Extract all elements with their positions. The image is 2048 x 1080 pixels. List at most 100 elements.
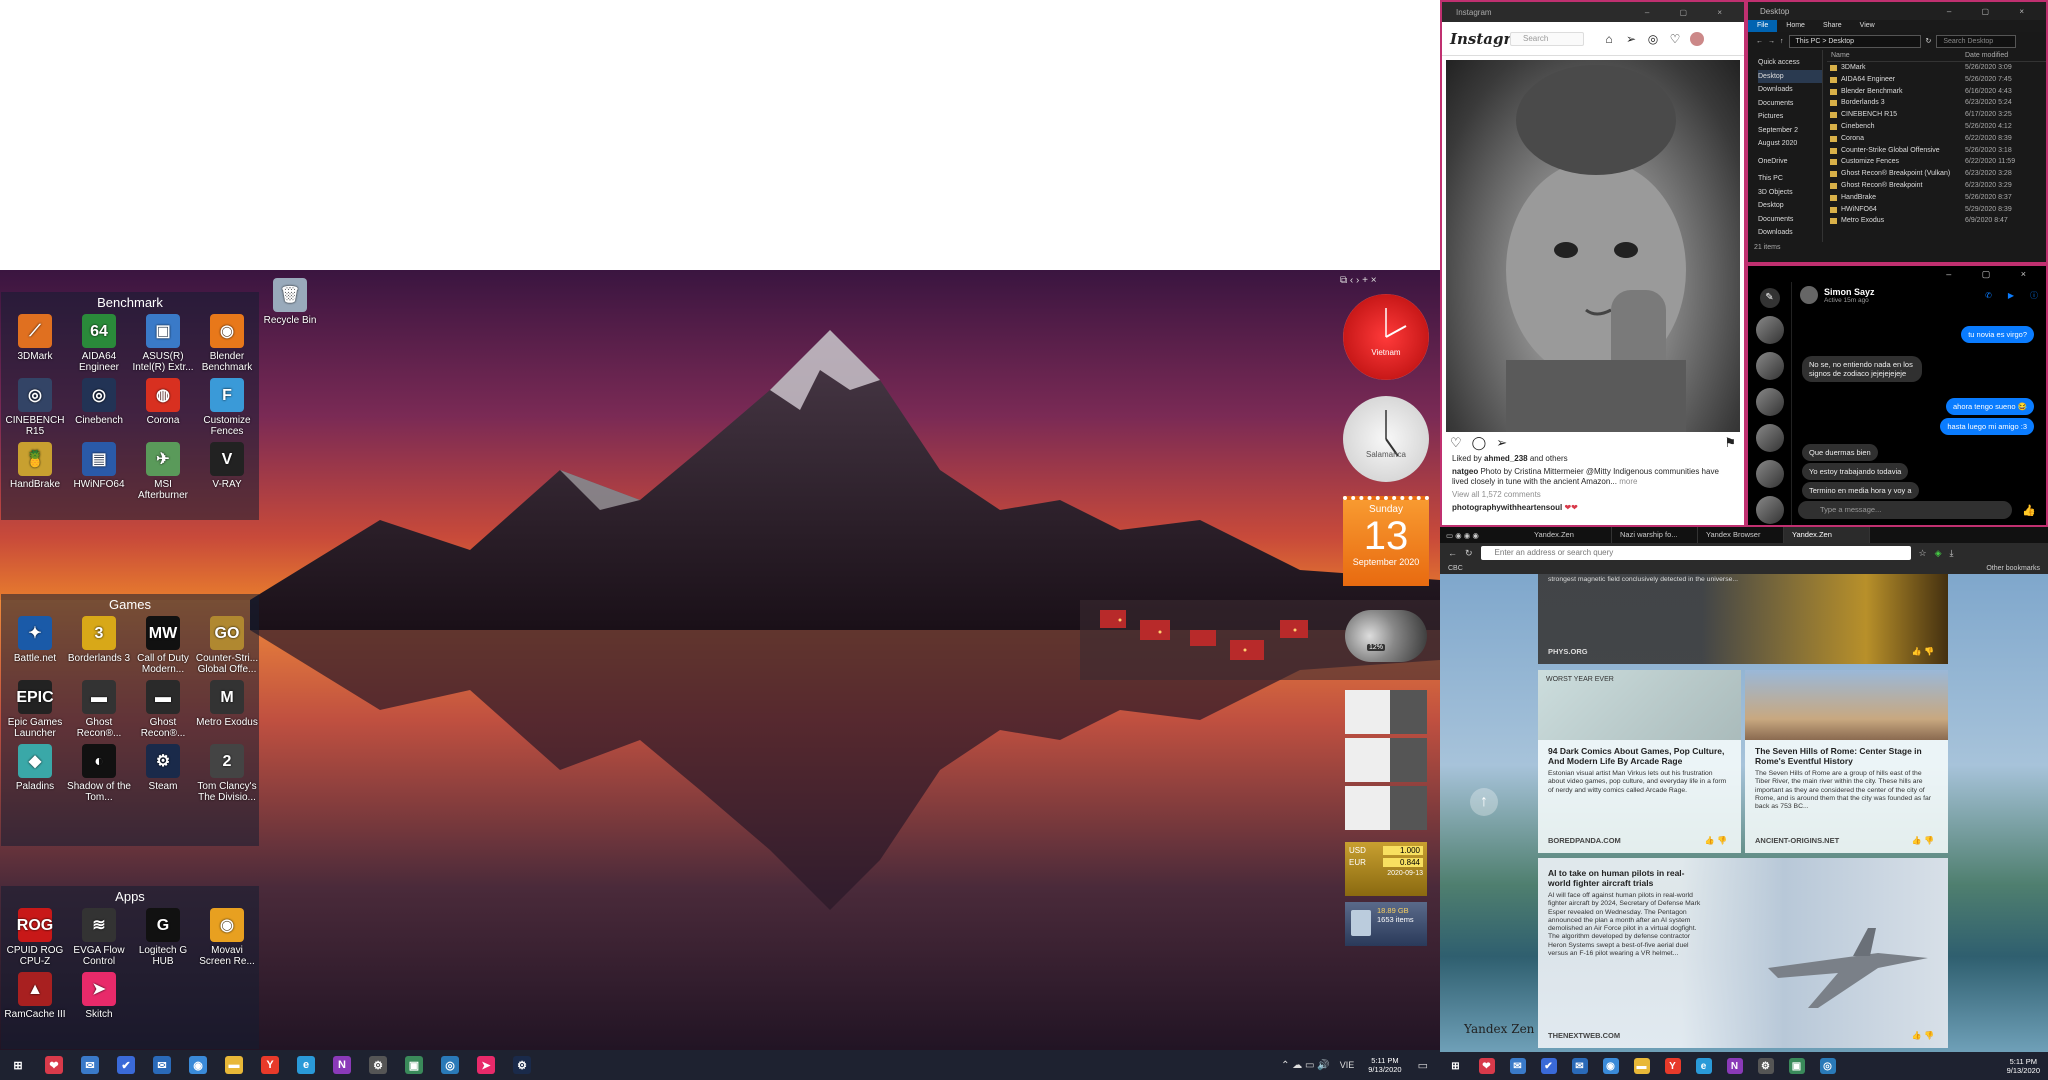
steam-taskbar-icon[interactable]: ⚙: [504, 1050, 540, 1080]
card-title[interactable]: 94 Dark Comics About Games, Pop Culture,…: [1538, 746, 1741, 766]
currency-gadget[interactable]: USD 1.000 EUR 0.844 2020-09-13: [1345, 842, 1427, 896]
desktop-shortcut[interactable]: ◍ Corona: [131, 378, 195, 442]
url-input[interactable]: Enter an address or search query: [1480, 546, 1911, 560]
desktop-shortcut[interactable]: ✦ Battle.net: [3, 616, 67, 680]
contact-avatar[interactable]: [1800, 286, 1818, 304]
address-bar[interactable]: This PC > Desktop: [1788, 34, 1921, 48]
conversation-avatar[interactable]: [1755, 352, 1784, 380]
desktop-shortcut[interactable]: ⚙ Steam: [131, 744, 195, 808]
browser-tab[interactable]: Yandex.Zen: [1526, 527, 1612, 543]
desktop-shortcut[interactable]: 2 Tom Clancy's The Divisio...: [195, 744, 259, 808]
desktop-shortcut[interactable]: 3 Borderlands 3: [67, 616, 131, 680]
explore-icon[interactable]: ◎: [1646, 32, 1660, 46]
explorer-search-input[interactable]: Search Desktop: [1936, 34, 2017, 48]
comment-user[interactable]: photographywithheartensoul: [1452, 503, 1562, 512]
desktop-shortcut[interactable]: ▣ ASUS(R) Intel(R) Extr...: [131, 314, 195, 378]
card-reactions[interactable]: 👍 👎: [1912, 836, 1934, 845]
taskbar-lang[interactable]: VIE: [1340, 1060, 1355, 1070]
desktop-shortcut[interactable]: ≋ EVGA Flow Control: [67, 908, 131, 972]
video-icon[interactable]: ▶: [2008, 291, 2014, 300]
desktop-shortcut[interactable]: ⟋ 3DMark: [3, 314, 67, 378]
clock-gadget-salamanca[interactable]: Salamanca: [1343, 396, 1429, 482]
window-controls[interactable]: – ▢ ×: [1946, 269, 2040, 280]
desktop-shortcut[interactable]: ✈ MSI Afterburner: [131, 442, 195, 506]
edge-icon[interactable]: e: [1688, 1051, 1719, 1080]
caption-more-link[interactable]: more: [1619, 477, 1637, 486]
onenote-icon[interactable]: N: [1719, 1051, 1750, 1080]
card-source[interactable]: BOREDPANDA.COM: [1548, 836, 1621, 845]
skitch-taskbar-icon[interactable]: ➤: [468, 1050, 504, 1080]
start-icon[interactable]: ⊞: [1440, 1051, 1471, 1080]
other-bookmarks[interactable]: Other bookmarks: [1986, 563, 2040, 574]
news-card[interactable]: WORST YEAR EVER 94 Dark Comics About Gam…: [1538, 670, 1741, 853]
yandex-icon[interactable]: Y: [252, 1050, 288, 1080]
conversation-avatar[interactable]: [1755, 460, 1784, 488]
slideshow-gadget[interactable]: [1345, 690, 1427, 832]
scroll-up-button[interactable]: ↑: [1470, 788, 1498, 816]
desktop-shortcut[interactable]: ➤ Skitch: [67, 972, 131, 1036]
browser-tab[interactable]: Yandex.Zen: [1784, 527, 1870, 543]
start-icon[interactable]: ⊞: [0, 1050, 36, 1080]
desktop-shortcut[interactable]: ROG CPUID ROG CPU-Z: [3, 908, 67, 972]
browser-tab[interactable]: Yandex Browser: [1698, 527, 1784, 543]
todo-icon[interactable]: ✔: [108, 1050, 144, 1080]
pocket-icon[interactable]: ❤: [1471, 1051, 1502, 1080]
like-send-icon[interactable]: 👍: [2022, 504, 2036, 517]
refresh-icon[interactable]: ↻: [1465, 548, 1473, 559]
zen-logo[interactable]: Yandex Zen: [1464, 1022, 1534, 1036]
taskbar-right-clock[interactable]: 5:11 PM 9/13/2020: [2007, 1057, 2040, 1075]
file-row[interactable]: Counter-Strike Global Offensive 5/26/2020…: [1827, 145, 2046, 157]
insta-post-image[interactable]: [1446, 60, 1740, 432]
todo-icon[interactable]: ✔: [1533, 1051, 1564, 1080]
file-row[interactable]: Ghost Recon® Breakpoint (Vulkan) 6/23/202…: [1827, 168, 2046, 180]
browser-tab[interactable]: Nazi warship fo...: [1612, 527, 1698, 543]
desktop-shortcut[interactable]: F Customize Fences: [195, 378, 259, 442]
desktop-shortcut[interactable]: ▤ HWiNFO64: [67, 442, 131, 506]
desktop-shortcut[interactable]: ◎ CINEBENCH R15: [3, 378, 67, 442]
desktop-shortcut[interactable]: ◉ Movavi Screen Re...: [195, 908, 259, 972]
like-icon[interactable]: ♡: [1450, 435, 1462, 451]
file-row[interactable]: Borderlands 3 6/23/2020 5:24: [1827, 97, 2046, 109]
camera-icon[interactable]: ◎: [432, 1050, 468, 1080]
nav-item[interactable]: Documents: [1758, 97, 1822, 111]
card-reactions[interactable]: 👍 👎: [1912, 647, 1934, 656]
col-name[interactable]: Name: [1827, 50, 1957, 61]
news-card[interactable]: strongest magnetic field conclusively de…: [1538, 574, 1948, 664]
conversation-avatar[interactable]: [1755, 388, 1784, 416]
col-date[interactable]: Date modified: [1957, 50, 2008, 61]
bookmark-item[interactable]: CBC: [1448, 563, 1463, 574]
desktop-shortcut[interactable]: 64 AIDA64 Engineer: [67, 314, 131, 378]
nav-item[interactable]: This PC: [1758, 172, 1822, 186]
share-icon[interactable]: ➢: [1496, 435, 1507, 451]
shield-icon[interactable]: ◈: [1935, 548, 1942, 559]
ribbon-tab[interactable]: Home: [1777, 20, 1814, 32]
clock-gadget-vietnam[interactable]: Vietnam: [1343, 294, 1429, 380]
file-row[interactable]: Customize Fences 6/22/2020 11:59: [1827, 156, 2046, 168]
gadget-toolbar[interactable]: ⧉ ‹ › + ×: [1340, 275, 1377, 286]
mail-icon[interactable]: ✉: [1502, 1051, 1533, 1080]
compose-icon[interactable]: ✎: [1759, 288, 1780, 308]
heart-icon[interactable]: ♡: [1668, 32, 1682, 46]
contact-name[interactable]: Simon Sayz: [1824, 287, 1875, 297]
recycle-bin[interactable]: 🗑 Recycle Bin: [258, 278, 322, 326]
explorer-icon[interactable]: ▬: [1626, 1051, 1657, 1080]
bookmark-icon[interactable]: ☆: [1919, 548, 1927, 559]
card-reactions[interactable]: 👍 👎: [1705, 836, 1727, 845]
recycle-bin-gadget[interactable]: 18.89 GB 1653 items: [1345, 902, 1427, 946]
window-controls[interactable]: – ▢ ×: [1947, 7, 2038, 16]
file-row[interactable]: AIDA64 Engineer 5/26/2020 7:45: [1827, 74, 2046, 86]
onenote-icon[interactable]: N: [324, 1050, 360, 1080]
desktop-shortcut[interactable]: ▬ Ghost Recon®...: [67, 680, 131, 744]
desktop-shortcut[interactable]: ◐ Shadow of the Tom...: [67, 744, 131, 808]
pocket-icon[interactable]: ❤: [36, 1050, 72, 1080]
camera-icon[interactable]: ◎: [1812, 1051, 1843, 1080]
photos-icon[interactable]: ▣: [396, 1050, 432, 1080]
desktop-shortcut[interactable]: MW Call of Duty Modern...: [131, 616, 195, 680]
conversation-avatar[interactable]: [1755, 496, 1784, 524]
download-icon[interactable]: ⤓: [1950, 548, 1954, 559]
file-row[interactable]: 3DMark 5/26/2020 3:09: [1827, 62, 2046, 74]
info-icon[interactable]: ⓘ: [2030, 290, 2038, 301]
nav-item[interactable]: Documents: [1758, 213, 1822, 227]
nav-item[interactable]: OneDrive: [1758, 155, 1822, 169]
forward-icon[interactable]: →: [1768, 38, 1775, 45]
